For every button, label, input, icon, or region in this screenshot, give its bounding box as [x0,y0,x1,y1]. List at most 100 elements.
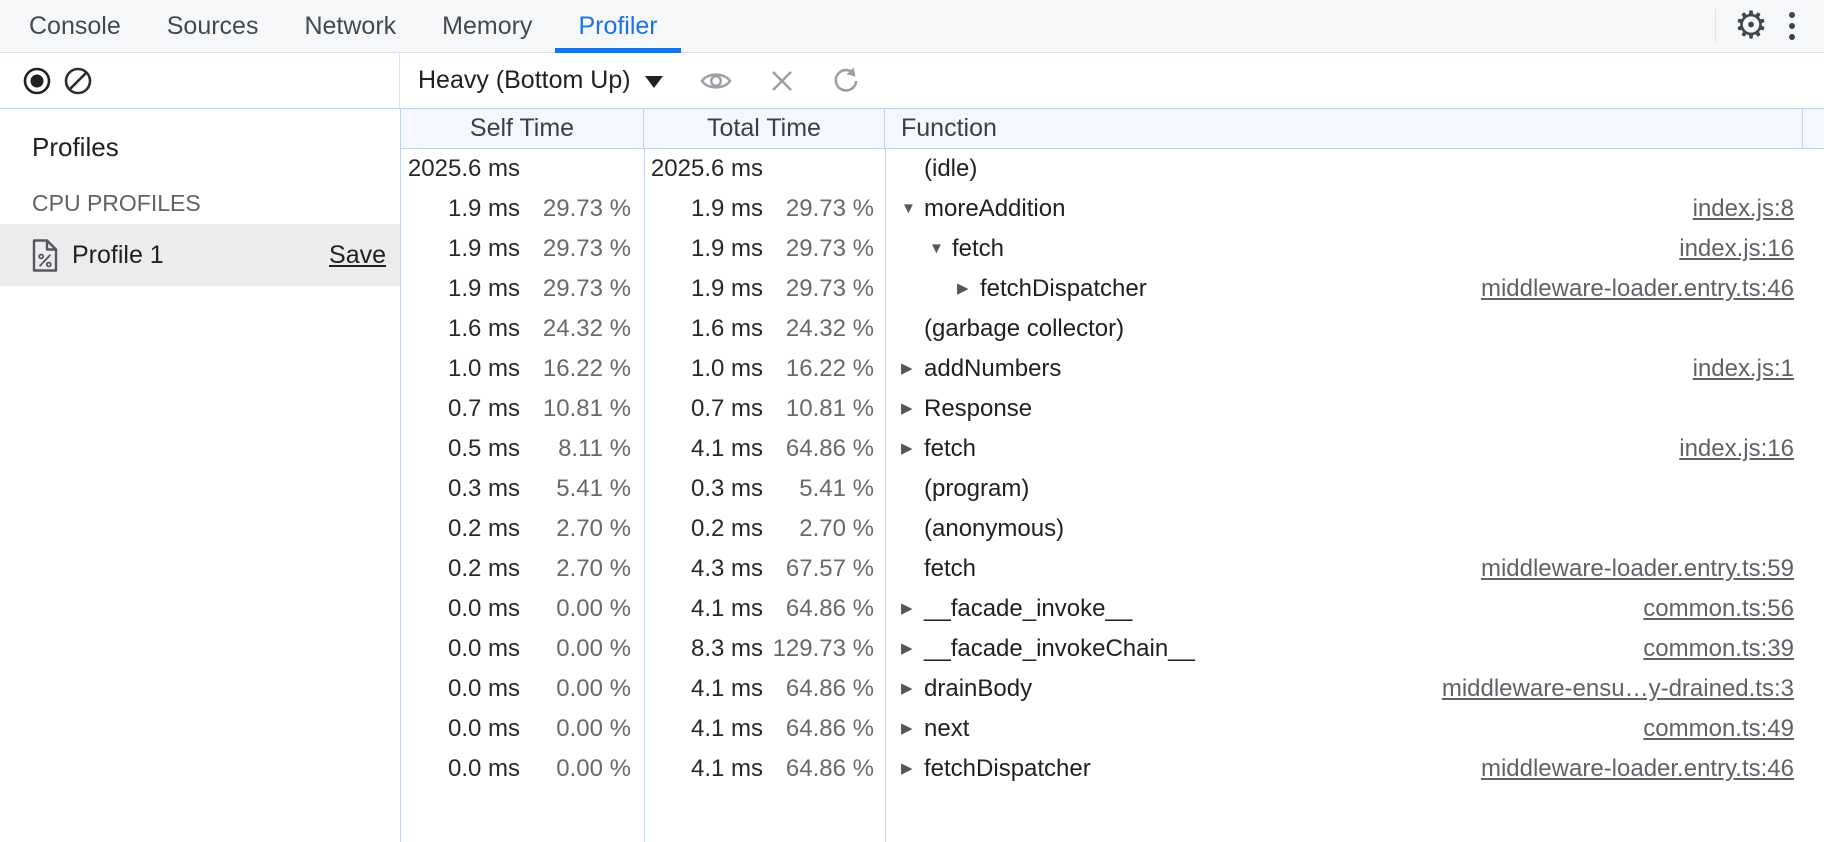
table-row[interactable]: 0.3 ms 5.41 % 0.3 ms 5.41 % (program) [401,469,1824,509]
expander-arrow-icon[interactable]: ▶ [901,669,924,709]
column-header-total-time[interactable]: Total Time [644,109,885,148]
table-row[interactable]: 0.7 ms 10.81 % 0.7 ms 10.81 % ▶ Response [401,389,1824,429]
column-header-self-time[interactable]: Self Time [401,109,644,148]
total-time-ms: 1.9 ms [644,229,763,269]
self-time-percent: 0.00 % [520,629,631,669]
expander-arrow-icon[interactable]: ▼ [929,229,952,269]
total-time-percent: 29.73 % [763,189,874,229]
source-link[interactable]: common.ts:56 [1643,589,1824,629]
total-time-cell: 1.9 ms 29.73 % [644,269,885,309]
expander-arrow-icon[interactable]: ▶ [901,629,924,669]
total-time-cell: 1.0 ms 16.22 % [644,349,885,389]
expander-arrow-icon[interactable]: ▶ [901,709,924,749]
record-icon[interactable] [23,67,51,95]
self-time-percent: 8.11 % [520,429,631,469]
table-row[interactable]: 1.9 ms 29.73 % 1.9 ms 29.73 % ▼ fetch in… [401,229,1824,269]
function-name: (program) [924,469,1029,509]
function-name: Response [924,389,1032,429]
view-mode-label: Heavy (Bottom Up) [418,66,631,95]
source-link[interactable]: middleware-loader.entry.ts:46 [1481,749,1824,789]
self-time-cell: 1.6 ms 24.32 % [401,309,644,349]
expander-arrow-icon[interactable]: ▶ [901,429,924,469]
table-row[interactable]: 0.0 ms 0.00 % 8.3 ms 129.73 % ▶ __facade… [401,629,1824,669]
self-time-percent: 2.70 % [520,509,631,549]
total-time-percent [763,149,874,189]
indent [901,249,929,250]
table-row[interactable]: 0.0 ms 0.00 % 4.1 ms 64.86 % ▶ fetchDisp… [401,749,1824,789]
source-link[interactable]: common.ts:49 [1643,709,1824,749]
table-row[interactable]: 1.9 ms 29.73 % 1.9 ms 29.73 % ▶ fetchDis… [401,269,1824,309]
total-time-percent: 5.41 % [763,469,874,509]
column-header-function[interactable]: Function [885,109,1803,148]
table-row[interactable]: 1.0 ms 16.22 % 1.0 ms 16.22 % ▶ addNumbe… [401,349,1824,389]
view-mode-dropdown[interactable]: Heavy (Bottom Up) [418,66,663,95]
tab-network[interactable]: Network [281,0,419,52]
self-time-cell: 0.0 ms 0.00 % [401,709,644,749]
self-time-ms: 1.9 ms [401,229,520,269]
source-link[interactable]: index.js:8 [1693,189,1824,229]
focus-eye-icon[interactable] [699,69,733,93]
self-time-ms: 0.0 ms [401,709,520,749]
total-time-ms: 1.9 ms [644,189,763,229]
table-row[interactable]: 0.0 ms 0.00 % 4.1 ms 64.86 % ▶ next comm… [401,709,1824,749]
profiler-data-grid: Self Time Total Time Function 2025.6 ms … [401,109,1824,842]
function-name: (garbage collector) [924,309,1124,349]
source-link[interactable]: middleware-loader.entry.ts:59 [1481,549,1824,589]
tab-memory[interactable]: Memory [419,0,555,52]
settings-gear-icon[interactable]: ⚙ [1728,3,1774,49]
source-link[interactable]: index.js:16 [1679,429,1824,469]
total-time-ms: 0.3 ms [644,469,763,509]
expander-arrow-icon[interactable]: ▶ [901,349,924,389]
source-link[interactable]: common.ts:39 [1643,629,1824,669]
table-row[interactable]: 0.0 ms 0.00 % 4.1 ms 64.86 % ▶ __facade_… [401,589,1824,629]
source-link[interactable]: index.js:16 [1679,229,1824,269]
table-row[interactable]: 2025.6 ms 2025.6 ms (idle) [401,149,1824,189]
table-row[interactable]: 1.6 ms 24.32 % 1.6 ms 24.32 % (garbage c… [401,309,1824,349]
self-time-cell: 0.0 ms 0.00 % [401,629,644,669]
source-link[interactable]: middleware-loader.entry.ts:46 [1481,269,1824,309]
total-time-cell: 4.1 ms 64.86 % [644,429,885,469]
expander-arrow-icon[interactable]: ▶ [957,269,980,309]
total-time-ms: 2025.6 ms [644,149,763,189]
self-time-ms: 0.3 ms [401,469,520,509]
clear-icon[interactable] [64,67,92,95]
tab-sources[interactable]: Sources [144,0,282,52]
table-row[interactable]: 0.2 ms 2.70 % 0.2 ms 2.70 % (anonymous) [401,509,1824,549]
total-time-cell: 4.1 ms 64.86 % [644,589,885,629]
profile-item[interactable]: Profile 1 Save [0,224,400,286]
total-time-cell: 4.1 ms 64.86 % [644,749,885,789]
function-name: __facade_invoke__ [924,589,1132,629]
tab-bar-right: ⚙ [1715,0,1824,52]
profiler-view-controls: Heavy (Bottom Up) [400,53,861,108]
expander-arrow-icon[interactable]: ▶ [901,749,924,789]
table-row[interactable]: 1.9 ms 29.73 % 1.9 ms 29.73 % ▼ moreAddi… [401,189,1824,229]
table-row[interactable]: 0.2 ms 2.70 % 4.3 ms 67.57 % fetch middl… [401,549,1824,589]
function-cell: ▶ addNumbers index.js:1 [885,349,1824,389]
expander-arrow-icon[interactable]: ▼ [901,189,924,229]
expander-arrow-icon[interactable]: ▶ [901,589,924,629]
exclude-close-icon[interactable] [769,68,795,94]
tab-console[interactable]: Console [6,0,144,52]
self-time-ms: 2025.6 ms [401,149,520,189]
source-link[interactable]: middleware-ensu…y-drained.ts:3 [1442,669,1824,709]
tab-profiler[interactable]: Profiler [555,0,680,52]
function-name: __facade_invokeChain__ [924,629,1195,669]
function-cell: ▶ fetchDispatcher middleware-loader.entr… [885,749,1824,789]
function-name: addNumbers [924,349,1061,389]
function-cell: ▶ Response [885,389,1824,429]
kebab-menu-icon[interactable] [1774,3,1810,49]
indent [901,289,957,290]
save-link[interactable]: Save [329,241,386,270]
table-row[interactable]: 0.0 ms 0.00 % 4.1 ms 64.86 % ▶ drainBody… [401,669,1824,709]
total-time-cell: 0.2 ms 2.70 % [644,509,885,549]
source-link[interactable]: index.js:1 [1693,349,1824,389]
function-cell: ▶ __facade_invokeChain__ common.ts:39 [885,629,1824,669]
total-time-cell: 4.1 ms 64.86 % [644,709,885,749]
restore-refresh-icon[interactable] [831,66,861,96]
table-row[interactable]: 0.5 ms 8.11 % 4.1 ms 64.86 % ▶ fetch ind… [401,429,1824,469]
self-time-cell: 1.9 ms 29.73 % [401,189,644,229]
total-time-cell: 0.7 ms 10.81 % [644,389,885,429]
expander-arrow-icon[interactable]: ▶ [901,389,924,429]
self-time-percent: 29.73 % [520,269,631,309]
self-time-percent: 0.00 % [520,709,631,749]
